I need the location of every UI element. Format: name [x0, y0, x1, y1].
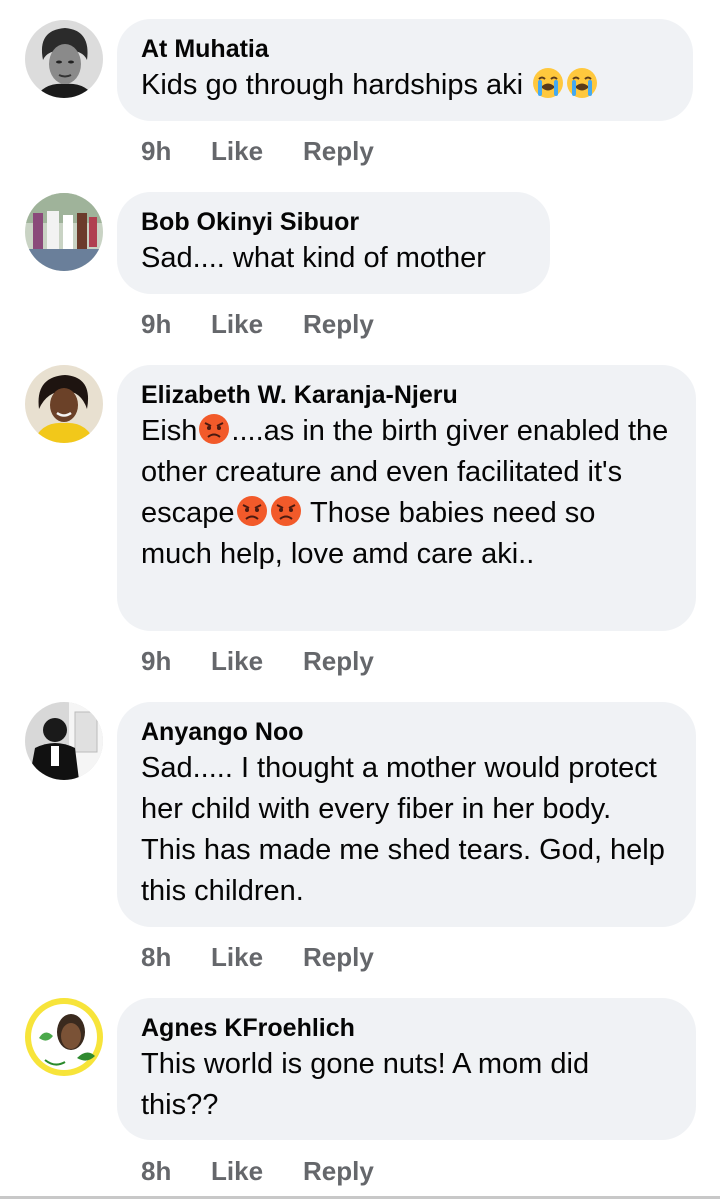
avatar-agnes-kfroehlich[interactable]: [25, 998, 103, 1076]
comment-author[interactable]: Elizabeth W. Karanja-Njeru: [141, 379, 672, 411]
comment-time[interactable]: 9h: [141, 309, 211, 340]
comment-text: Eish ....as in the birth giver enabled th…: [141, 411, 672, 575]
like-button[interactable]: Like: [211, 136, 303, 167]
comment-time[interactable]: 8h: [141, 1156, 211, 1187]
loudly-crying-face-icon: [531, 66, 565, 100]
avatar-anyango-noo[interactable]: [25, 702, 103, 780]
comment-time[interactable]: 8h: [141, 942, 211, 973]
reply-button[interactable]: Reply: [303, 309, 374, 340]
comment-author[interactable]: Anyango Noo: [141, 716, 672, 748]
comment-text: Sad..... I thought a mother would protec…: [141, 752, 665, 907]
reply-button[interactable]: Reply: [303, 136, 374, 167]
comment-actions: 9h Like Reply: [141, 136, 374, 167]
loudly-crying-face-icon: [565, 66, 599, 100]
comment-bubble: Agnes KFroehlich This world is gone nuts…: [117, 998, 696, 1140]
like-button[interactable]: Like: [211, 942, 303, 973]
avatar-at-muhatia[interactable]: [25, 20, 103, 98]
avatar-bob-okinyi-sibuor[interactable]: [25, 193, 103, 271]
comment-author[interactable]: Agnes KFroehlich: [141, 1012, 672, 1044]
comment-author[interactable]: At Muhatia: [141, 33, 669, 65]
comment-text: This world is gone nuts! A mom did this?…: [141, 1048, 590, 1121]
comment-actions: 9h Like Reply: [141, 309, 374, 340]
comment-time[interactable]: 9h: [141, 136, 211, 167]
reply-button[interactable]: Reply: [303, 646, 374, 677]
pouting-face-icon: [269, 494, 303, 528]
pouting-face-icon: [197, 412, 231, 446]
comment-bubble: At Muhatia Kids go through hardships aki: [117, 19, 693, 121]
comment-text: Kids go through hardships aki: [141, 65, 669, 106]
reply-button[interactable]: Reply: [303, 1156, 374, 1187]
comment-author[interactable]: Bob Okinyi Sibuor: [141, 206, 526, 238]
like-button[interactable]: Like: [211, 1156, 303, 1187]
comment-actions: 9h Like Reply: [141, 646, 374, 677]
reply-button[interactable]: Reply: [303, 942, 374, 973]
comment-bubble: Anyango Noo Sad..... I thought a mother …: [117, 702, 696, 927]
like-button[interactable]: Like: [211, 646, 303, 677]
comment-time[interactable]: 9h: [141, 646, 211, 677]
avatar-elizabeth-karanja-njeru[interactable]: [25, 365, 103, 443]
comment-text: Sad.... what kind of mother: [141, 242, 486, 274]
comment-actions: 8h Like Reply: [141, 942, 374, 973]
comment-bubble: Elizabeth W. Karanja-Njeru Eish ....as in…: [117, 365, 696, 631]
pouting-face-icon: [235, 494, 269, 528]
comment-bubble: Bob Okinyi Sibuor Sad.... what kind of m…: [117, 192, 550, 294]
like-button[interactable]: Like: [211, 309, 303, 340]
comment-actions: 8h Like Reply: [141, 1156, 374, 1187]
